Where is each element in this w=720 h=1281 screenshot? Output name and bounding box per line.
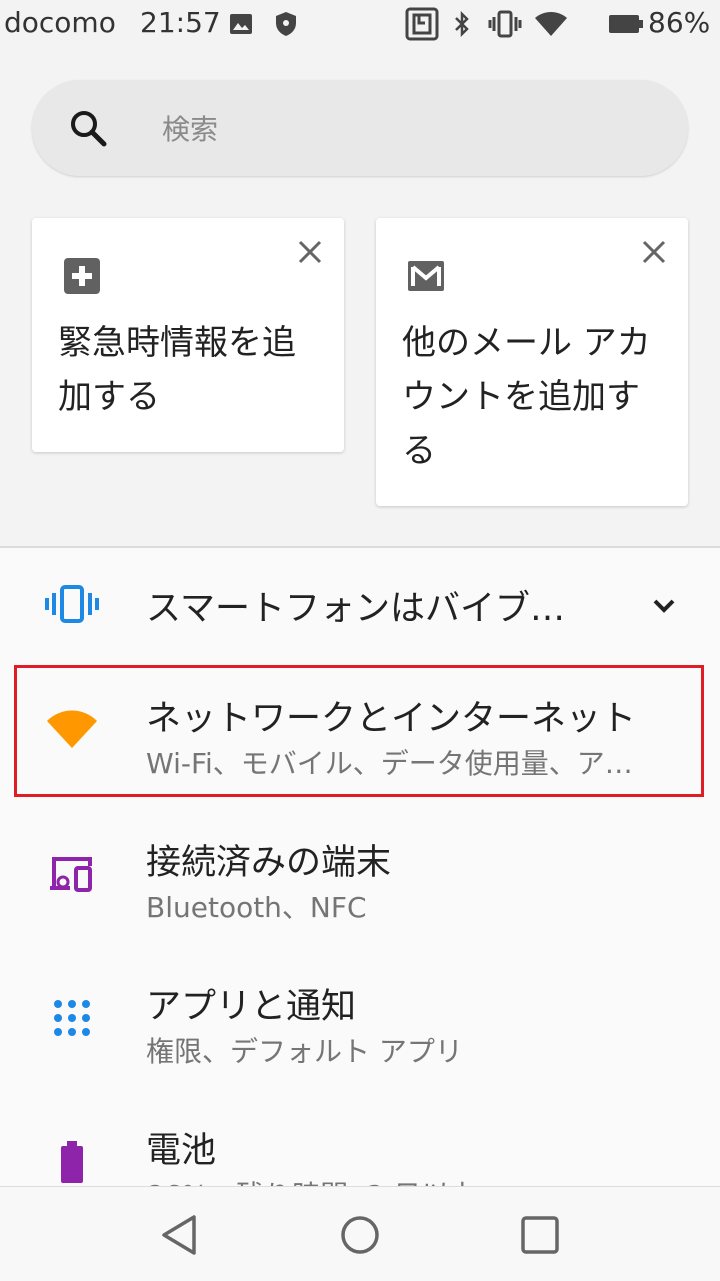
settings-item-subtitle: Bluetooth、NFC [146, 891, 367, 924]
nfc-icon [404, 7, 440, 41]
settings-item-sound[interactable]: スマートフォンはバイブ… [0, 548, 720, 658]
vibrate-icon [488, 8, 522, 40]
settings-item-subtitle: 権限、デフォルト アプリ [146, 1035, 463, 1068]
bluetooth-icon [452, 8, 472, 40]
image-icon [228, 8, 254, 40]
medical-plus-icon [62, 256, 102, 296]
battery-icon [608, 8, 644, 40]
battery-icon [44, 1134, 100, 1186]
status-bar: docomo 21:57 86% [0, 0, 720, 48]
highlight-box [14, 665, 704, 797]
search-bar[interactable] [32, 80, 688, 176]
settings-list: スマートフォンはバイブ… ネットワークとインターネット Wi-Fi、モバイル、デ… [0, 548, 720, 1186]
suggestion-card-add-email[interactable]: 他のメール アカウントを追加する [376, 218, 688, 506]
carrier-label: docomo [4, 6, 116, 39]
shield-icon [274, 8, 298, 40]
settings-item-battery[interactable]: 電池 86% - 残り時間: 2 日以上 [0, 1102, 720, 1186]
gmail-icon [406, 256, 446, 296]
apps-icon [44, 990, 100, 1046]
dismiss-card-close-icon[interactable] [294, 236, 326, 268]
navigation-bar [0, 1186, 720, 1281]
battery-percent: 86% [648, 6, 711, 39]
devices-icon [44, 846, 100, 902]
suggestion-card-emergency-info[interactable]: 緊急時情報を追加する [32, 218, 344, 452]
card-text: 他のメール アカウントを追加する [402, 323, 651, 471]
card-text: 緊急時情報を追加する [58, 323, 296, 417]
wifi-icon [534, 8, 568, 40]
vibrate-icon [44, 576, 100, 632]
settings-item-title: 接続済みの端末 [146, 843, 392, 883]
chevron-down-icon[interactable] [648, 590, 680, 622]
clock: 21:57 [140, 6, 221, 39]
recents-icon[interactable] [518, 1213, 562, 1257]
back-icon[interactable] [158, 1213, 202, 1257]
settings-item-title: 電池 [146, 1131, 217, 1171]
search-input[interactable] [160, 106, 644, 152]
search-icon[interactable] [68, 108, 108, 148]
settings-item-apps[interactable]: アプリと通知 権限、デフォルト アプリ [0, 958, 720, 1088]
settings-item-title: アプリと通知 [146, 987, 357, 1027]
home-icon[interactable] [338, 1213, 382, 1257]
settings-item-connected-devices[interactable]: 接続済みの端末 Bluetooth、NFC [0, 814, 720, 944]
settings-item-title: スマートフォンはバイブ… [146, 589, 565, 629]
settings-item-subtitle: 86% - 残り時間: 2 日以上 [146, 1174, 477, 1186]
dismiss-card-close-icon[interactable] [638, 236, 670, 268]
